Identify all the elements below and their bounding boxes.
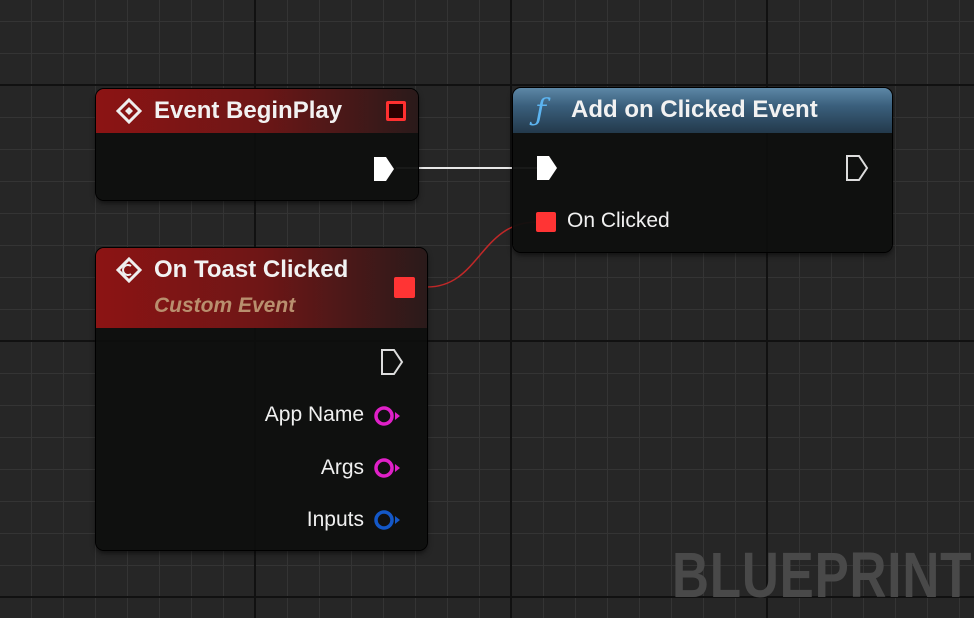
node-header: On Toast Clicked Custom Event — [96, 248, 427, 328]
app-name-output-pin[interactable] — [373, 405, 405, 427]
exec-output-pin[interactable] — [380, 348, 404, 376]
args-output-pin[interactable] — [373, 457, 405, 479]
event-diamond-icon — [116, 98, 142, 124]
node-title: Event BeginPlay — [154, 97, 343, 124]
exec-output-pin[interactable] — [372, 155, 396, 183]
delegate-output-pin[interactable] — [394, 277, 415, 298]
inputs-output-pin[interactable] — [373, 509, 405, 531]
pin-label-app-name: App Name — [264, 403, 364, 426]
event-beginplay-node[interactable]: Event BeginPlay — [96, 89, 418, 200]
pin-label-on-clicked: On Clicked — [567, 209, 670, 232]
node-header: ƒ Add on Clicked Event — [513, 88, 892, 133]
node-title: Add on Clicked Event — [571, 96, 818, 123]
node-title: On Toast Clicked — [154, 256, 349, 283]
blueprint-watermark: BLUEPRINT — [672, 539, 973, 611]
on-toast-clicked-node[interactable]: On Toast Clicked Custom Event App Name A… — [96, 248, 427, 550]
pin-label-inputs: Inputs — [306, 508, 364, 531]
delegate-output-pin[interactable] — [386, 101, 406, 121]
node-subtitle: Custom Event — [154, 294, 296, 317]
custom-event-icon — [116, 257, 142, 283]
add-on-clicked-event-node[interactable]: ƒ Add on Clicked Event On Clicked — [513, 88, 892, 252]
exec-output-pin[interactable] — [845, 154, 869, 182]
function-icon: ƒ — [535, 93, 547, 128]
pin-label-args: Args — [320, 456, 364, 479]
exec-input-pin[interactable] — [535, 154, 559, 182]
on-clicked-delegate-pin[interactable] — [536, 212, 556, 232]
node-header: Event BeginPlay — [96, 89, 418, 133]
